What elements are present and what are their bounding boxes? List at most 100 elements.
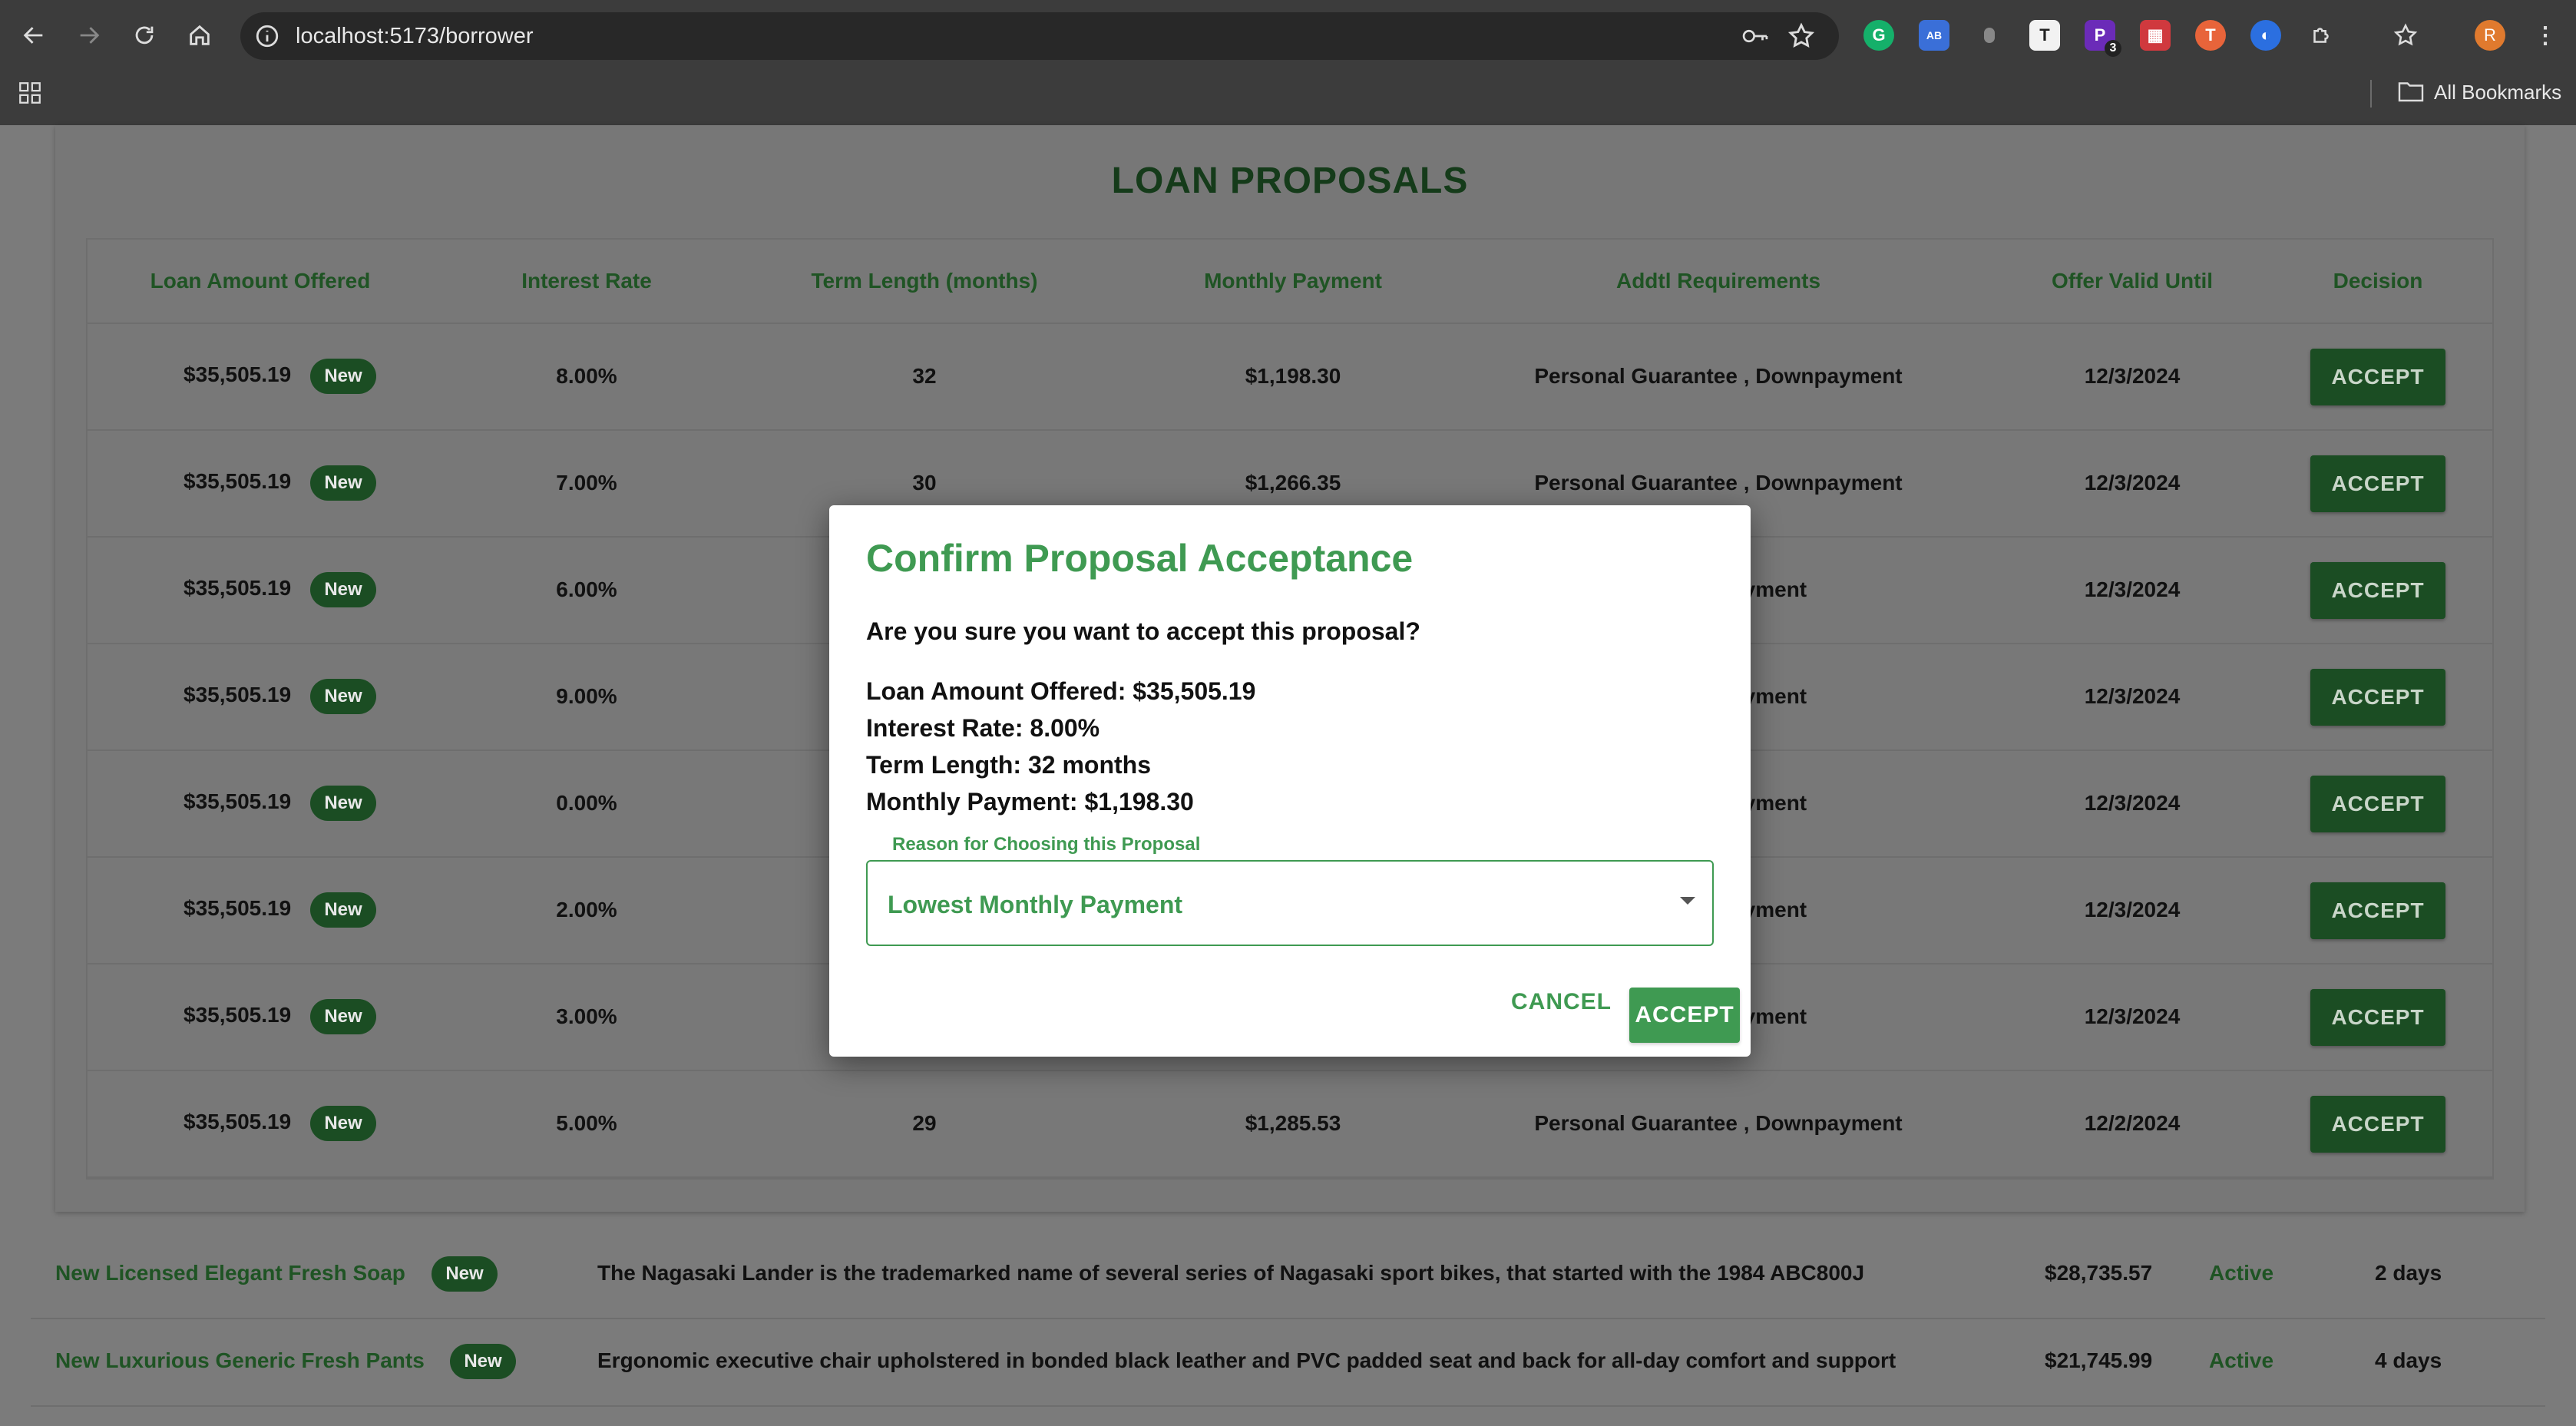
page-title: LOAN PROPOSALS <box>1111 160 1469 201</box>
loan-amount-cell: $35,505.19 <box>184 789 292 813</box>
new-badge: New <box>310 1106 376 1141</box>
star-menu-icon[interactable] <box>2390 20 2421 51</box>
term-length-cell: 29 <box>912 1111 937 1135</box>
listing-description: Ergonomic executive chair upholstered in… <box>597 1348 1896 1372</box>
interest-rate-cell: 9.00% <box>556 684 617 708</box>
kebab-menu-icon[interactable]: ⋮ <box>2530 20 2561 51</box>
listing-status: Active <box>2209 1348 2274 1372</box>
interest-rate-cell: 5.00% <box>556 1111 617 1135</box>
listing-name-link[interactable]: New Luxurious Generic Fresh Pants <box>55 1348 425 1373</box>
valid-until-cell: 12/2/2024 <box>2084 1111 2181 1135</box>
bookmark-star-icon[interactable] <box>1787 22 1816 51</box>
loan-amount-cell: $35,505.19 <box>184 1110 292 1133</box>
interest-rate-cell: 0.00% <box>556 791 617 815</box>
home-button[interactable] <box>180 15 220 55</box>
column-header: Decision <box>2333 269 2423 293</box>
grammarly-extension-icon[interactable]: G <box>1863 20 1894 51</box>
valid-until-cell: 12/3/2024 <box>2084 684 2181 708</box>
interest-rate-cell: 6.00% <box>556 577 617 601</box>
listing-status: Active <box>2209 1261 2274 1285</box>
listing-age: 4 days <box>2375 1348 2442 1372</box>
column-header: Offer Valid Until <box>2051 269 2214 293</box>
table-row: $35,505.19 New 8.00% 32 $1,198.30 Personal Gu… <box>88 324 2492 431</box>
extension-blue-icon[interactable]: ◐ <box>2250 20 2281 51</box>
accept-button[interactable]: ACCEPT <box>2310 776 2445 832</box>
accept-button[interactable]: ACCEPT <box>2310 989 2445 1046</box>
url-text[interactable]: localhost:5173/borrower <box>296 23 534 49</box>
table-row: $35,505.19 New 5.00% 29 $1,285.53 Personal Gu… <box>88 1071 2492 1178</box>
arrow-right-icon <box>80 27 100 44</box>
column-header: Loan Amount Offered <box>150 269 371 293</box>
reload-icon <box>135 26 154 45</box>
extension-icon[interactable]: AB <box>1919 20 1949 51</box>
listing-price: $21,745.99 <box>2045 1348 2153 1372</box>
bookmarks-bar <box>0 71 2576 125</box>
dropdown-arrow-icon[interactable] <box>1680 897 1695 905</box>
accept-button[interactable]: ACCEPT <box>2310 349 2445 405</box>
monthly-payment-cell: $1,266.35 <box>1245 471 1341 495</box>
extension-orange-icon[interactable]: T <box>2195 20 2226 51</box>
address-bar[interactable]: localhost:5173/borrower <box>240 12 1839 60</box>
extension-t-icon[interactable]: T <box>2029 20 2060 51</box>
valid-until-cell: 12/3/2024 <box>2084 577 2181 601</box>
new-badge: New <box>310 465 376 501</box>
loan-amount-cell: $35,505.19 <box>184 576 292 600</box>
list-item: New Luxurious Generic Fresh Pants New Ergo… <box>31 1319 2545 1407</box>
accept-button[interactable]: ACCEPT <box>2310 455 2445 512</box>
detail-monthly-payment: Monthly Payment: $1,198.30 <box>866 788 1194 816</box>
requirements-cell: Personal Guarantee , Downpayment <box>1534 364 1903 388</box>
extension-dot-icon[interactable] <box>1974 20 2005 51</box>
interest-rate-cell: 3.00% <box>556 1004 617 1028</box>
info-icon[interactable] <box>254 23 280 49</box>
apps-grid-icon[interactable] <box>17 80 43 106</box>
dialog-title: Confirm Proposal Acceptance <box>866 537 1414 580</box>
new-badge: New <box>310 892 376 928</box>
new-badge: New <box>310 679 376 714</box>
new-badge: New <box>310 359 376 394</box>
loan-amount-cell: $35,505.19 <box>184 469 292 493</box>
new-badge: New <box>310 999 376 1034</box>
reason-select-value[interactable]: Lowest Monthly Payment <box>888 891 1182 919</box>
password-key-icon[interactable] <box>1741 23 1770 49</box>
cancel-button[interactable]: CANCEL <box>1511 989 1612 1015</box>
valid-until-cell: 12/3/2024 <box>2084 364 2181 388</box>
folder-icon[interactable] <box>2397 80 2425 103</box>
confirm-dialog: Confirm Proposal Acceptance Are you sure… <box>829 505 1751 1057</box>
list-item: New Licensed Elegant Fresh Soap New The Na… <box>31 1232 2545 1319</box>
forward-button[interactable] <box>69 15 109 55</box>
column-header: Interest Rate <box>521 269 652 293</box>
valid-until-cell: 12/3/2024 <box>2084 1004 2181 1028</box>
interest-rate-cell: 2.00% <box>556 898 617 921</box>
reload-button[interactable] <box>124 15 164 55</box>
new-badge: New <box>310 572 376 607</box>
dialog-question: Are you sure you want to accept this pro… <box>866 617 1420 645</box>
confirm-accept-button[interactable]: ACCEPT <box>1629 988 1740 1043</box>
loan-amount-cell: $35,505.19 <box>184 362 292 386</box>
extension-p-icon[interactable]: P3 <box>2085 20 2121 57</box>
listing-price: $28,735.57 <box>2045 1261 2153 1285</box>
requirements-cell: Personal Guarantee , Downpayment <box>1534 471 1903 495</box>
accept-button[interactable]: ACCEPT <box>2310 1096 2445 1153</box>
all-bookmarks-link[interactable]: All Bookmarks <box>2434 80 2561 104</box>
arrow-left-icon <box>23 27 43 44</box>
profile-avatar[interactable]: R <box>2475 20 2505 51</box>
monthly-payment-cell: $1,198.30 <box>1245 364 1341 388</box>
requirements-cell: Personal Guarantee , Downpayment <box>1534 1111 1903 1135</box>
table-header: Loan Amount Offered Interest Rate Term L… <box>88 240 2492 324</box>
extension-red-icon[interactable]: ▦ <box>2140 20 2171 51</box>
accept-button[interactable]: ACCEPT <box>2310 562 2445 619</box>
valid-until-cell: 12/3/2024 <box>2084 471 2181 495</box>
new-badge: New <box>310 786 376 821</box>
home-icon <box>190 25 210 45</box>
back-button[interactable] <box>14 15 54 55</box>
extensions-puzzle-icon[interactable] <box>2306 20 2336 51</box>
valid-until-cell: 12/3/2024 <box>2084 898 2181 921</box>
extension-count-badge: 3 <box>2105 40 2121 57</box>
reason-select[interactable]: Lowest Monthly Payment <box>866 860 1714 946</box>
accept-button[interactable]: ACCEPT <box>2310 669 2445 726</box>
column-header: Monthly Payment <box>1204 269 1382 293</box>
browser-chrome: localhost:5173/borrower G AB T P3 ▦ T ◐ … <box>0 0 2576 125</box>
interest-rate-cell: 8.00% <box>556 364 617 388</box>
listing-name-link[interactable]: New Licensed Elegant Fresh Soap <box>55 1261 405 1285</box>
accept-button[interactable]: ACCEPT <box>2310 882 2445 939</box>
